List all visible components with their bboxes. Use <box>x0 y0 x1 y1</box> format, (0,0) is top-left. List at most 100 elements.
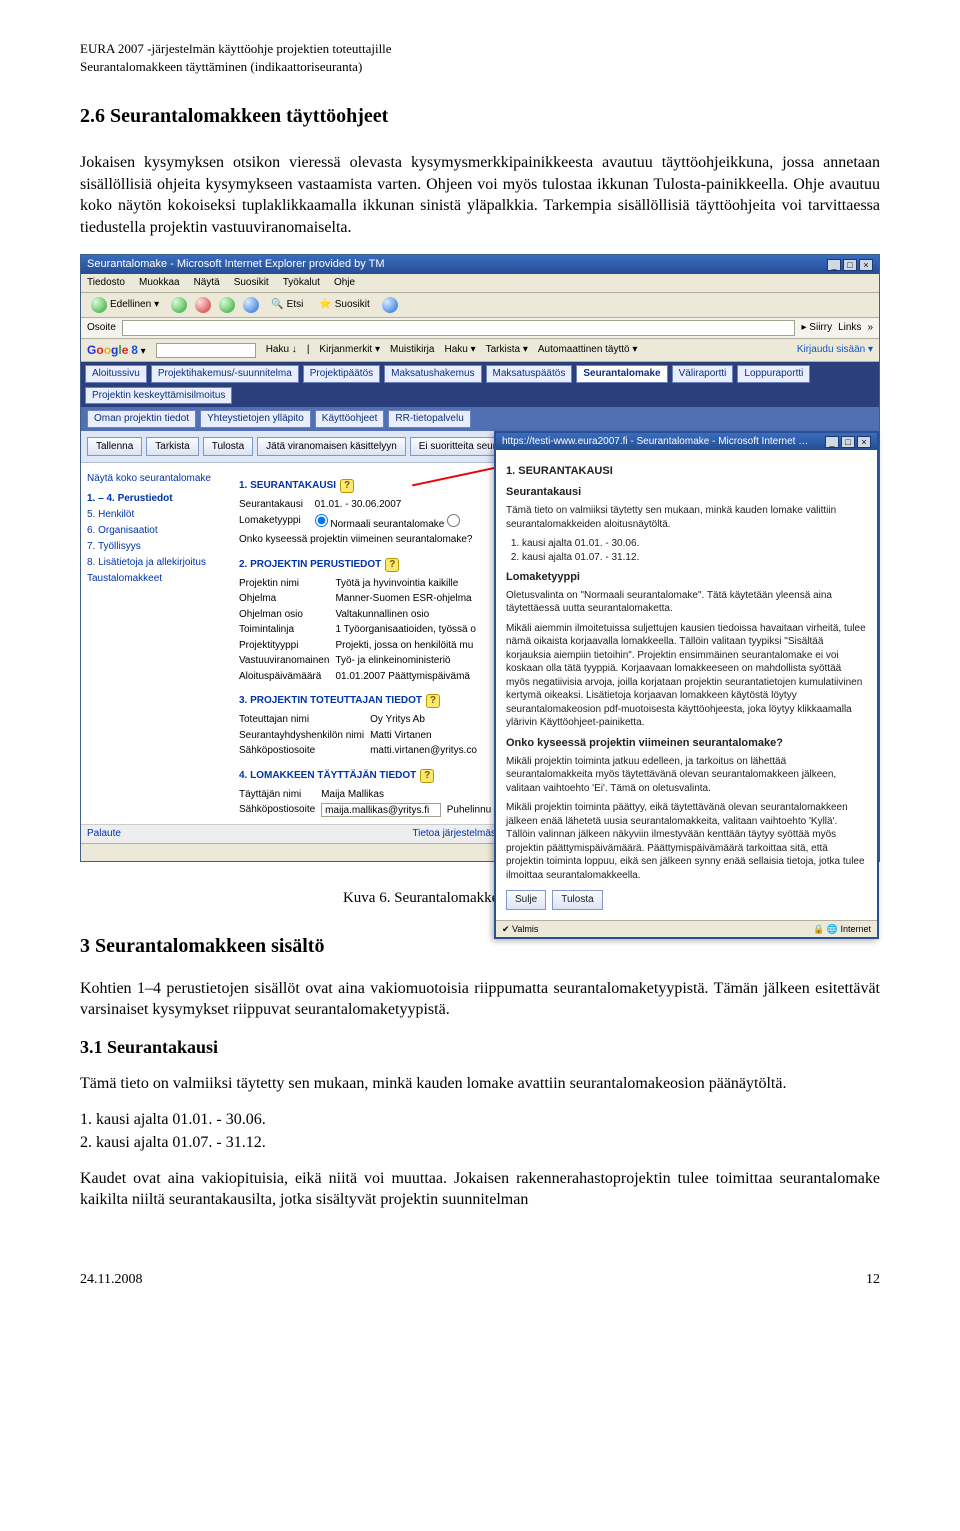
help-icon[interactable]: ? <box>420 769 434 783</box>
menu-tools[interactable]: Työkalut <box>283 276 320 290</box>
tab-seurantalomake[interactable]: Seurantalomake <box>576 365 667 383</box>
popup-maximize-icon[interactable]: □ <box>841 436 855 448</box>
doc-header: EURA 2007 -järjestelmän käyttöohje proje… <box>80 40 880 75</box>
l-puh: Puhelinnu <box>447 805 491 816</box>
close-icon[interactable]: × <box>859 259 873 271</box>
address-bar: Osoite ▸ Siirry Links » <box>81 318 879 339</box>
print-button[interactable]: Tulosta <box>203 437 253 457</box>
tab-paatos[interactable]: Projektipäätös <box>303 365 380 383</box>
popup-close-button[interactable]: Sulje <box>506 890 546 910</box>
check-button[interactable]: Tarkista <box>146 437 198 457</box>
help-icon[interactable]: ? <box>426 694 440 708</box>
side-6[interactable]: 6. Organisaatiot <box>87 523 225 539</box>
subtab-yhteys[interactable]: Yhteystietojen ylläpito <box>200 410 311 428</box>
side-showall[interactable]: Näytä koko seurantalomake <box>87 471 225 487</box>
tab-hakemus[interactable]: Projektihakemus/-suunnitelma <box>151 365 299 383</box>
tab-aloitussivu[interactable]: Aloitussivu <box>85 365 147 383</box>
google-search-btn[interactable]: Haku ↓ <box>266 343 297 357</box>
minimize-icon[interactable]: _ <box>827 259 841 271</box>
popup-p2: Oletusvalinta on "Normaali seurantalomak… <box>506 589 867 616</box>
refresh-icon[interactable] <box>219 297 235 313</box>
email-input[interactable] <box>321 803 441 817</box>
l-seurantakausi: Seurantakausi <box>239 497 315 513</box>
side-tausta[interactable]: Taustalomakkeet <box>87 571 225 587</box>
ie-toolbar: Edellinen ▾ 🔍 Etsi ⭐ Suosikit <box>81 293 879 318</box>
subtab-rr[interactable]: RR-tietopalvelu <box>388 410 470 428</box>
v-tl: 1 Työorganisaatioiden, työssä o <box>335 622 481 638</box>
google-bookmarks[interactable]: Kirjanmerkit ▾ <box>319 343 380 357</box>
popup-status-left: ✔ Valmis <box>502 923 538 935</box>
l-osio: Ohjelman osio <box>239 607 335 623</box>
save-button[interactable]: Tallenna <box>87 437 142 457</box>
ie-menubar[interactable]: Tiedosto Muokkaa Näytä Suosikit Työkalut… <box>81 274 879 293</box>
footer-link-palaute[interactable]: Palaute <box>87 827 121 841</box>
l-sp4: Sähköpostiosoite <box>239 802 321 818</box>
popup-minimize-icon[interactable]: _ <box>825 436 839 448</box>
home-icon[interactable] <box>243 297 259 313</box>
side-7[interactable]: 7. Työllisyys <box>87 539 225 555</box>
radio-normaali[interactable] <box>315 514 328 527</box>
submit-button[interactable]: Jätä viranomaisen käsittelyyn <box>257 437 406 457</box>
links-chevron-icon[interactable]: » <box>867 321 873 335</box>
kausi-1: 1. kausi ajalta 01.01. - 30.06. <box>80 1109 880 1131</box>
side-5[interactable]: 5. Henkilöt <box>87 507 225 523</box>
forward-icon[interactable] <box>171 297 187 313</box>
menu-help[interactable]: Ohje <box>334 276 355 290</box>
search-button[interactable]: 🔍 Etsi <box>267 297 307 313</box>
address-input[interactable] <box>122 320 796 336</box>
google-search2[interactable]: Haku ▾ <box>444 343 475 357</box>
history-icon[interactable] <box>382 297 398 313</box>
help-icon[interactable]: ? <box>340 479 354 493</box>
google-autofill[interactable]: Automaattinen täyttö ▾ <box>538 343 638 357</box>
v-tayttaja: Maija Mallikas <box>321 787 497 803</box>
stop-icon[interactable] <box>195 297 211 313</box>
menu-edit[interactable]: Muokkaa <box>139 276 180 290</box>
v-yhdys: Matti Virtanen <box>370 728 483 744</box>
l-ohjelma: Ohjelma <box>239 591 335 607</box>
popup-title: https://testi-www.eura2007.fi - Seuranta… <box>502 435 812 449</box>
tab-maksatushakemus[interactable]: Maksatushakemus <box>384 365 481 383</box>
popup-p1: Tämä tieto on valmiiksi täytetty sen muk… <box>506 504 867 531</box>
side-head: 1. – 4. Perustiedot <box>87 491 225 507</box>
side-8[interactable]: 8. Lisätietoja ja allekirjoitus <box>87 555 225 571</box>
tab-keskeytys[interactable]: Projektin keskeyttämisilmoitus <box>85 387 232 405</box>
footer-page: 12 <box>866 1271 880 1290</box>
popup-p4: Mikäli projektin toiminta jatkuu edellee… <box>506 755 867 796</box>
sect4-title: 4. LOMAKKEEN TÄYTTÄJÄN TIEDOT <box>239 770 416 781</box>
doc-header-line2: Seurantalomakkeen täyttäminen (indikaatt… <box>80 58 880 76</box>
menu-favorites[interactable]: Suosikit <box>234 276 269 290</box>
popup-p3: Mikäli aiemmin ilmoitetuissa suljettujen… <box>506 622 867 730</box>
tab-maksatuspaatos[interactable]: Maksatuspäätös <box>486 365 573 383</box>
google-check[interactable]: Tarkista ▾ <box>486 343 528 357</box>
v-osio: Valtakunnallinen osio <box>335 607 481 623</box>
popup-close-icon[interactable]: × <box>857 436 871 448</box>
popup-p5: Mikäli projektin toiminta päättyy, eikä … <box>506 801 867 882</box>
google-logo-icon: Google 8 ▾ <box>87 342 146 359</box>
google-toolbar: Google 8 ▾ Haku ↓ | Kirjanmerkit ▾ Muist… <box>81 339 879 363</box>
popup-h1: 1. SEURANTAKAUSI <box>506 464 867 479</box>
v-vv: Työ- ja elinkeinoministeriö <box>335 653 481 669</box>
google-notebook[interactable]: Muistikirja <box>390 343 434 357</box>
l-viimeinen: Onko kyseessä projektin viimeinen seuran… <box>239 532 478 548</box>
subtab-tiedot[interactable]: Oman projektin tiedot <box>87 410 196 428</box>
radio-alt[interactable] <box>447 514 460 527</box>
popup-h4: Onko kyseessä projektin viimeinen seuran… <box>506 736 867 751</box>
menu-file[interactable]: Tiedosto <box>87 276 125 290</box>
sect2-title: 2. PROJEKTIN PERUSTIEDOT <box>239 559 381 570</box>
menu-view[interactable]: Näytä <box>194 276 220 290</box>
google-signin[interactable]: Kirjaudu sisään ▾ <box>797 343 873 357</box>
l-tayttaja: Täyttäjän nimi <box>239 787 321 803</box>
tab-loppuraportti[interactable]: Loppuraportti <box>737 365 810 383</box>
maximize-icon[interactable]: □ <box>843 259 857 271</box>
favorites-button[interactable]: ⭐ Suosikit <box>315 297 373 313</box>
tab-valiraportti[interactable]: Väliraportti <box>672 365 734 383</box>
go-button[interactable]: ▸ Siirry <box>801 321 832 335</box>
back-button[interactable]: Edellinen ▾ <box>87 296 163 314</box>
footer-link-tietoa[interactable]: Tietoa järjestelmästä <box>412 827 504 841</box>
back-icon <box>91 297 107 313</box>
google-search-input[interactable] <box>156 343 256 358</box>
popup-print-button[interactable]: Tulosta <box>552 890 602 910</box>
subtab-ohjeet[interactable]: Käyttöohjeet <box>315 410 385 428</box>
v-lomaketyyppi: Normaali seurantalomake <box>330 519 444 530</box>
help-icon[interactable]: ? <box>385 558 399 572</box>
